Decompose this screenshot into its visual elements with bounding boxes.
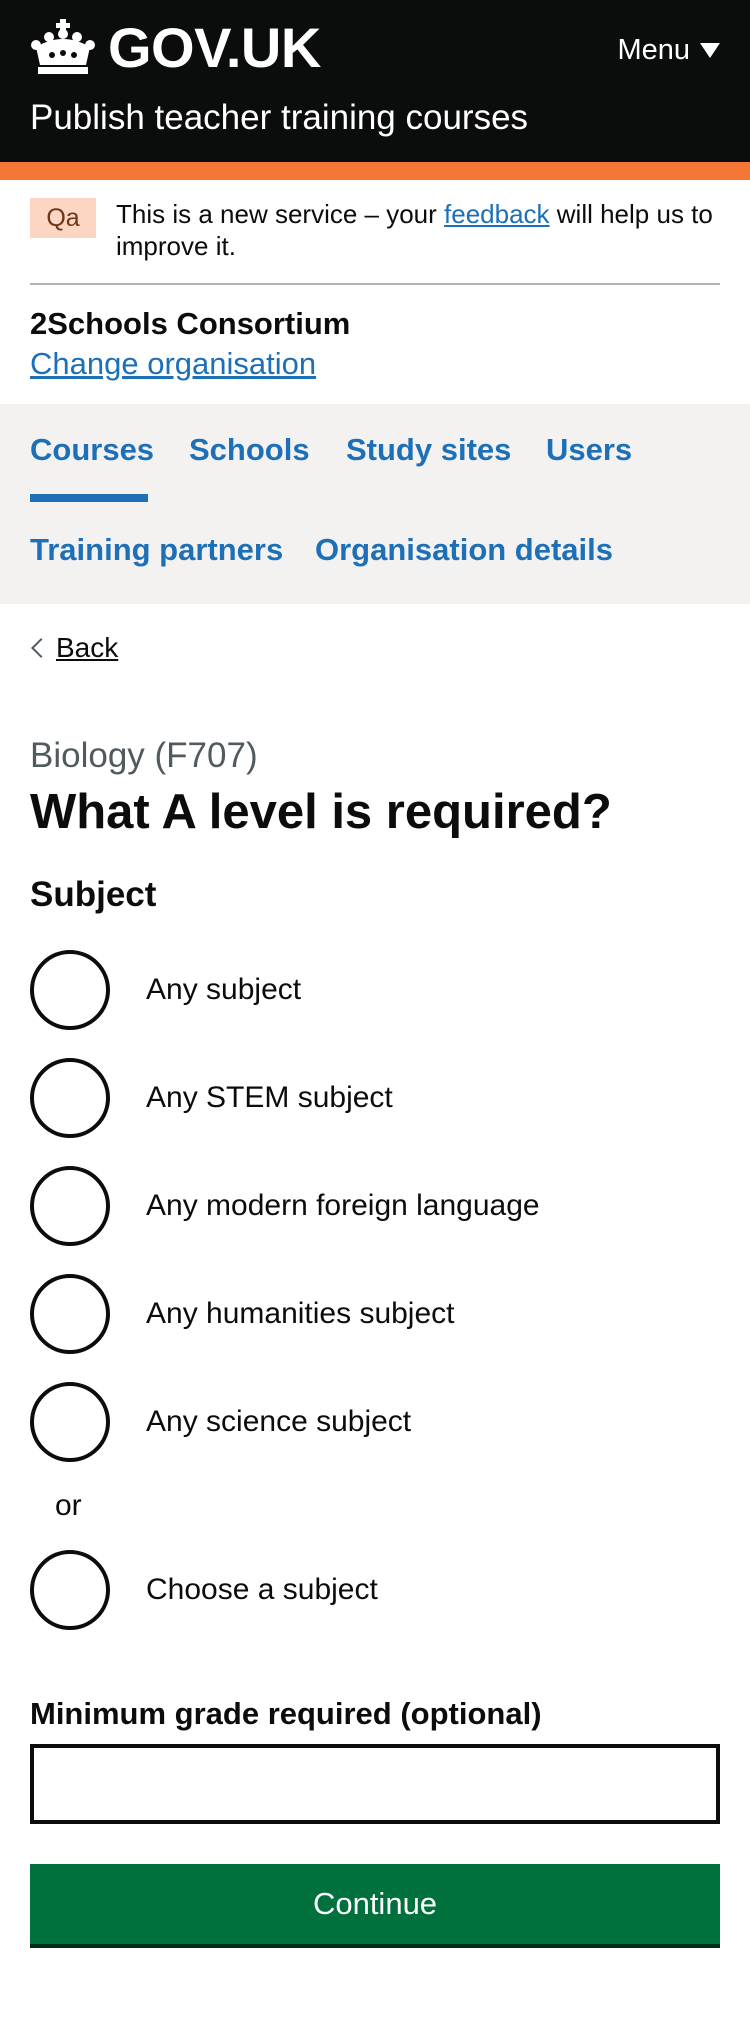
radio-label: Any humanities subject — [146, 1297, 455, 1330]
radio-any-humanities-subject[interactable]: Any humanities subject — [30, 1272, 720, 1356]
logo-text: GOV.UK — [108, 16, 321, 79]
radio-button[interactable] — [30, 950, 110, 1030]
site-header: GOV.UK Menu Publish teacher training cou… — [0, 0, 750, 162]
radio-choose-a-subject[interactable]: Choose a subject — [30, 1548, 720, 1632]
radio-label: Any STEM subject — [146, 1081, 393, 1114]
course-caption: Biology (F707) — [30, 736, 258, 775]
radio-button[interactable] — [30, 1166, 110, 1246]
radio-button[interactable] — [30, 1550, 110, 1630]
radio-any-science-subject[interactable]: Any science subject — [30, 1380, 720, 1464]
subject-legend: Subject — [30, 875, 157, 914]
phase-banner: Qa This is a new service – your feedback… — [30, 180, 720, 285]
nav-item-study-sites[interactable]: Study sites — [346, 430, 511, 470]
radio-any-modern-foreign-language[interactable]: Any modern foreign language — [30, 1164, 720, 1248]
triangle-down-icon — [700, 43, 720, 58]
back-link[interactable]: Back — [30, 632, 118, 664]
continue-button[interactable]: Continue — [30, 1864, 720, 1944]
radio-any-subject[interactable]: Any subject — [30, 948, 720, 1032]
radio-button[interactable] — [30, 1382, 110, 1462]
page-title: What A level is required? — [30, 785, 612, 839]
menu-label: Menu — [617, 34, 690, 66]
radio-label: Any science subject — [146, 1405, 412, 1438]
nav-item-users[interactable]: Users — [546, 430, 632, 470]
radio-any-stem-subject[interactable]: Any STEM subject — [30, 1056, 720, 1140]
phase-banner-text: This is a new service – your feedback wi… — [116, 198, 720, 262]
change-organisation-link[interactable]: Change organisation — [30, 344, 316, 384]
organisation-name: 2Schools Consortium — [30, 306, 351, 341]
govuk-logo[interactable]: GOV.UK — [30, 12, 321, 84]
service-name[interactable]: Publish teacher training courses — [30, 96, 528, 140]
chevron-left-icon — [31, 638, 51, 658]
header-accent-bar — [0, 162, 750, 180]
nav-item-training-partners[interactable]: Training partners — [30, 530, 283, 570]
phase-text-before: This is a new service – your — [116, 199, 445, 229]
phase-tag: Qa — [30, 198, 96, 238]
radio-label: Any modern foreign language — [146, 1189, 540, 1222]
or-divider: or — [55, 1489, 82, 1522]
menu-button[interactable]: Menu — [617, 34, 720, 67]
minimum-grade-label: Minimum grade required (optional) — [30, 1696, 542, 1731]
sub-navigation: Courses Schools Study sites Users Traini… — [0, 404, 750, 604]
crown-icon — [31, 19, 95, 74]
nav-item-organisation-details[interactable]: Organisation details — [315, 530, 613, 570]
nav-item-courses[interactable]: Courses — [30, 430, 154, 470]
radio-button[interactable] — [30, 1274, 110, 1354]
radio-label: Choose a subject — [146, 1573, 378, 1606]
radio-button[interactable] — [30, 1058, 110, 1138]
back-link-label: Back — [56, 632, 119, 663]
nav-item-schools[interactable]: Schools — [189, 430, 310, 470]
minimum-grade-input[interactable] — [30, 1744, 720, 1824]
nav-active-indicator — [30, 494, 148, 502]
radio-label: Any subject — [146, 973, 302, 1006]
feedback-link[interactable]: feedback — [444, 199, 550, 229]
